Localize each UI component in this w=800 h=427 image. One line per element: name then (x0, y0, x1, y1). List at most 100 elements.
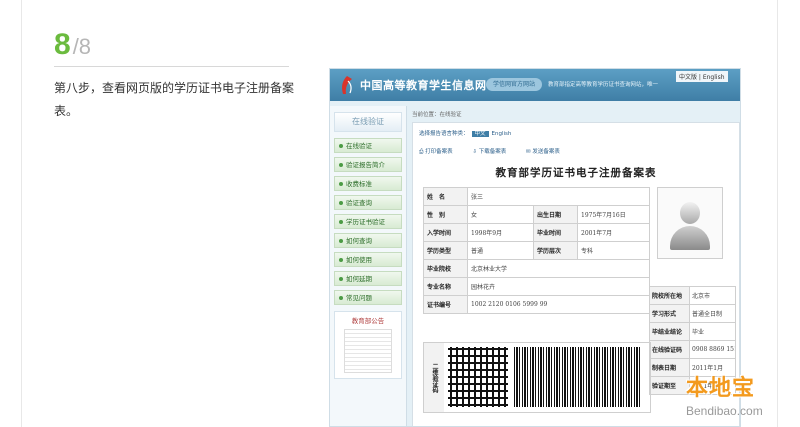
sidebar-item: 验证查询 (334, 195, 402, 210)
field-label: 毕业院校 (423, 259, 468, 278)
field-label: 院校所在地 (649, 286, 690, 305)
bullet-icon (339, 163, 343, 167)
table-row: 专业名称 园林花卉 (423, 277, 651, 296)
frame-line-left (21, 0, 22, 427)
embedded-screenshot: 中国高等教育学生信息网 学信网官方网站 教育部指定高等教育学历证书查询网站，唯一… (329, 68, 741, 427)
slide-current: 8 (54, 28, 71, 61)
avatar-body-icon (670, 226, 710, 250)
download-record-link: ⇩ 下载备案表 (472, 149, 507, 155)
field-value: 北京林业大学 (466, 259, 651, 278)
table-row: 院校所在地 北京市 (649, 286, 736, 305)
report-language-row: 选择报告语言种类： 中文 English (419, 129, 511, 137)
language-switch: 中文版 | English (676, 71, 728, 82)
field-value: 普通全日制 (689, 304, 736, 323)
report-language-english: English (491, 131, 512, 137)
field-value: 专科 (576, 241, 651, 260)
field-value: 1975年7月16日 (576, 205, 651, 224)
field-label: 入学时间 (423, 223, 468, 242)
sidebar-item-label: 验证查询 (346, 199, 372, 207)
sidebar-item: 在线验证 (334, 138, 402, 153)
breadcrumb: 当前位置：在线验证 (412, 112, 462, 118)
notice-box: 教育部公告 (334, 311, 402, 379)
sidebar-item: 如何使用 (334, 252, 402, 267)
sidebar-item-label: 验证报告简介 (346, 161, 385, 169)
sidebar-item-label: 在线验证 (346, 142, 372, 150)
site-pill: 学信网官方网站 (486, 78, 542, 91)
field-label: 姓 名 (423, 187, 468, 206)
table-row: 入学时间 1998年9月 毕业时间 2001年7月 (423, 223, 651, 242)
sidebar-header: 在线验证 (334, 112, 402, 132)
slide-counter: 8/8 (54, 28, 91, 62)
field-value: 1002 2120 0106 5999 99 (466, 295, 651, 314)
report-language-chinese: 中文 (471, 131, 489, 137)
field-label: 出生日期 (533, 205, 578, 224)
field-label: 专业名称 (423, 277, 468, 296)
table-row: 证书编号 1002 2120 0106 5999 99 (423, 295, 651, 314)
field-value: 北京市 (689, 286, 736, 305)
print-record-label: 打印备案表 (425, 149, 453, 155)
sidebar-item: 如何延期 (334, 271, 402, 286)
field-label: 在线验证码 (649, 340, 690, 359)
field-value: 园林花卉 (466, 277, 651, 296)
verification-code-area: 二维验证码 (423, 342, 651, 413)
field-value: 2001年7月 (576, 223, 651, 242)
counter-divider (54, 66, 289, 67)
field-label: 学历层次 (533, 241, 578, 260)
sidebar-item-label: 如何延期 (346, 275, 372, 283)
sidebar-item: 如何查询 (334, 233, 402, 248)
report-language-label: 选择报告语言种类： (419, 131, 469, 137)
field-label: 验证期至 (649, 376, 690, 395)
table-row: 学历类型 普通 学历层次 专科 (423, 241, 651, 260)
field-label: 学习形式 (649, 304, 690, 323)
bullet-icon (339, 201, 343, 205)
field-value: 女 (467, 205, 534, 224)
field-label: 证书编号 (423, 295, 468, 314)
site-title: 中国高等教育学生信息网 (360, 79, 487, 92)
table-row: 毕业院校 北京林业大学 (423, 259, 651, 278)
field-label: 学历类型 (423, 241, 468, 260)
certificate-table: 姓 名 张三 性 别 女 出生日期 1975年7月16日 入学时间 1998年9… (423, 187, 651, 314)
send-record-label: 发送备案表 (532, 149, 560, 155)
table-row: 姓 名 张三 (423, 187, 651, 206)
bullet-icon (339, 144, 343, 148)
field-label: 制表日期 (649, 358, 690, 377)
site-banner: 中国高等教育学生信息网 学信网官方网站 教育部指定高等教育学历证书查询网站，唯一… (330, 69, 740, 101)
barcode-icon (514, 347, 642, 407)
field-value: 张三 (466, 187, 651, 206)
table-row: 学习形式 普通全日制 (649, 304, 736, 323)
sidebar-item: 收费标准 (334, 176, 402, 191)
id-photo (657, 187, 723, 259)
frame-line-right (777, 0, 778, 427)
qr-code-icon (448, 347, 508, 407)
sidebar-item-label: 收费标准 (346, 180, 372, 188)
send-record-link: ✉ 发送备案表 (526, 149, 560, 155)
bullet-icon (339, 239, 343, 243)
notice-document-image (344, 329, 392, 373)
field-label: 毕结业结论 (649, 322, 690, 341)
bullet-icon (339, 277, 343, 281)
sidebar-item-label: 如何查询 (346, 237, 372, 245)
bullet-icon (339, 296, 343, 300)
field-value: 毕业 (689, 322, 736, 341)
sidebar-item: 验证报告简介 (334, 157, 402, 172)
slide-total: /8 (72, 34, 92, 59)
field-value: 1998年9月 (467, 223, 534, 242)
download-record-label: 下载备案表 (478, 149, 507, 155)
sidebar-item-label: 如何使用 (346, 256, 372, 264)
bullet-icon (339, 182, 343, 186)
sidebar-item: 常见问题 (334, 290, 402, 305)
field-label: 毕业时间 (533, 223, 578, 242)
sidebar-item-label: 学历证书验证 (346, 218, 385, 226)
site-logo-icon (342, 76, 352, 94)
qr-label: 二维验证码 (424, 343, 444, 412)
print-record-link: ⎙ 打印备案表 (419, 149, 453, 155)
sidebar-item-label: 常见问题 (346, 294, 372, 302)
table-row: 毕结业结论 毕业 (649, 322, 736, 341)
watermark: 本地宝 Bendibao.com (686, 370, 763, 418)
certificate-actions: ⎙ 打印备案表 ⇩ 下载备案表 ✉ 发送备案表 (419, 147, 578, 156)
bullet-icon (339, 220, 343, 224)
avatar-head-icon (680, 202, 700, 224)
certificate-title: 教育部学历证书电子注册备案表 (495, 167, 657, 179)
bullet-icon (339, 258, 343, 262)
notice-title: 教育部公告 (351, 317, 385, 325)
